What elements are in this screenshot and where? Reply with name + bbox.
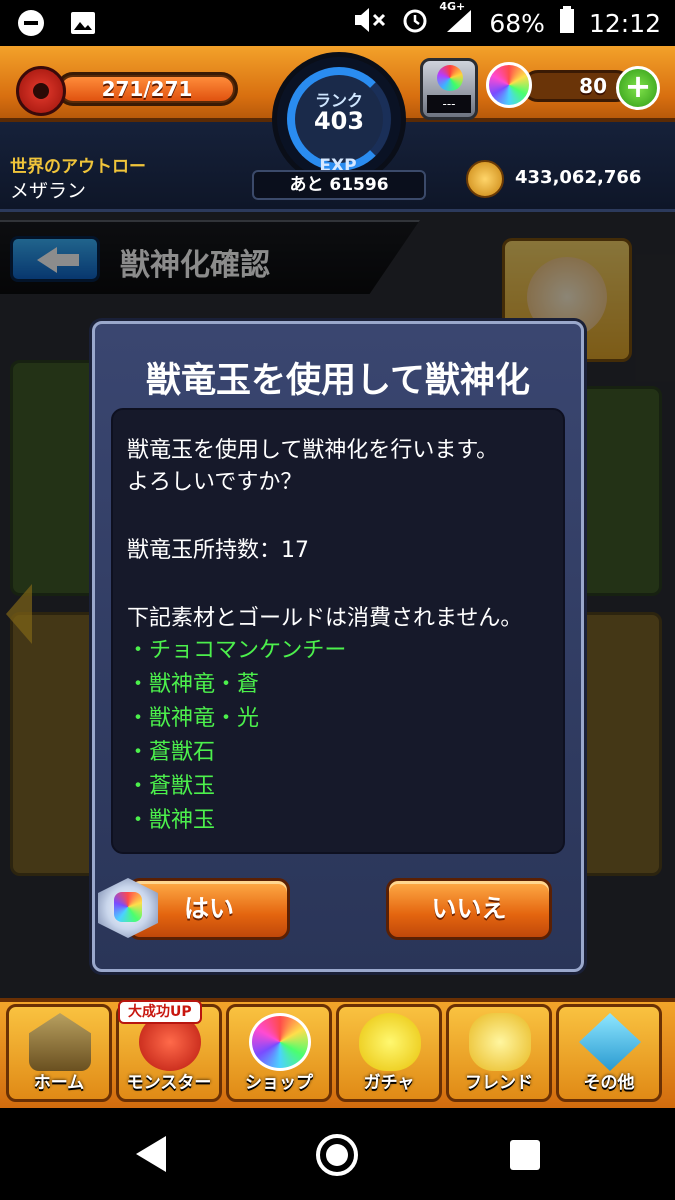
status-bar: 4G+ 68% 12:12	[0, 0, 675, 46]
material-item: ・獣神竜・蒼	[127, 672, 260, 697]
nav-home[interactable]: ホーム	[6, 1004, 112, 1102]
nav-gacha[interactable]: ガチャ	[336, 1004, 442, 1102]
orb-machine-text: ---	[427, 95, 471, 113]
nav-shop[interactable]: ショップ	[226, 1004, 332, 1102]
dialog-note: 下記素材とゴールドは消費されません。	[127, 606, 523, 631]
gold-coin-icon	[466, 160, 504, 198]
stamina-text: 271/271	[101, 77, 193, 101]
dialog-message-line2: よろしいですか？	[127, 470, 303, 495]
orb-machine-icon[interactable]: ---	[420, 58, 478, 120]
nav-label: フレンド	[465, 1073, 533, 1093]
dialog-message-line1: 獣竜玉を使用して獣神化を行います。	[127, 438, 499, 463]
dnd-icon	[16, 8, 46, 38]
android-back-icon[interactable]	[136, 1136, 166, 1172]
android-home-icon[interactable]	[316, 1134, 358, 1176]
signal-icon: 4G+	[439, 0, 475, 40]
no-button[interactable]: いいえ	[386, 878, 552, 940]
friend-icon	[469, 1013, 531, 1071]
material-item: ・チョコマンケンチー	[127, 638, 347, 663]
stamina-icon	[16, 66, 66, 116]
battery-percent: 68%	[489, 8, 545, 38]
buy-orb-button[interactable]: +	[616, 66, 660, 110]
holding-count: 獣竜玉所持数：17	[127, 538, 309, 563]
material-item: ・蒼獣玉	[127, 774, 216, 799]
dialog-title: 獣竜玉を使用して獣神化	[146, 361, 530, 401]
nav-label: モンスター	[126, 1073, 212, 1093]
player-name: メザラン	[10, 180, 87, 202]
nav-label: ショップ	[245, 1073, 313, 1093]
gacha-icon	[359, 1013, 421, 1071]
material-item: ・獣神玉	[127, 808, 216, 833]
orb-count: 80	[579, 74, 607, 98]
shop-icon	[249, 1013, 311, 1071]
other-icon	[579, 1013, 641, 1071]
clock: 12:12	[588, 8, 661, 38]
gold-amount: 433,062,766	[515, 167, 642, 188]
stamina-bar: 271/271	[56, 72, 238, 106]
player-title: 世界のアウトロー	[10, 157, 146, 177]
image-icon	[68, 8, 98, 38]
alarm-icon	[401, 6, 429, 40]
battery-icon	[559, 6, 575, 40]
confirm-dialog: 獣竜玉を使用して獣神化 獣竜玉を使用して獣神化を行います。 よろしいですか？ 獣…	[92, 321, 584, 972]
nav-label: その他	[583, 1073, 635, 1093]
nav-other[interactable]: その他	[556, 1004, 662, 1102]
android-recents-icon[interactable]	[510, 1140, 540, 1170]
nav-label: ホーム	[33, 1073, 85, 1093]
dialog-message-box: 獣竜玉を使用して獣神化を行います。 よろしいですか？ 獣竜玉所持数：17 下記素…	[111, 408, 565, 854]
home-icon	[29, 1013, 91, 1071]
orb-icon	[486, 62, 532, 108]
success-up-badge: 大成功UP	[118, 1000, 202, 1024]
rank-value: 403	[313, 107, 365, 135]
nav-friend[interactable]: フレンド	[446, 1004, 552, 1102]
nav-label: ガチャ	[363, 1073, 415, 1093]
exp-remaining: あと 61596	[252, 170, 426, 200]
mute-icon	[353, 6, 387, 40]
material-item: ・獣神竜・光	[127, 706, 260, 731]
material-item: ・蒼獣石	[127, 740, 216, 765]
network-type: 4G+	[439, 0, 466, 13]
